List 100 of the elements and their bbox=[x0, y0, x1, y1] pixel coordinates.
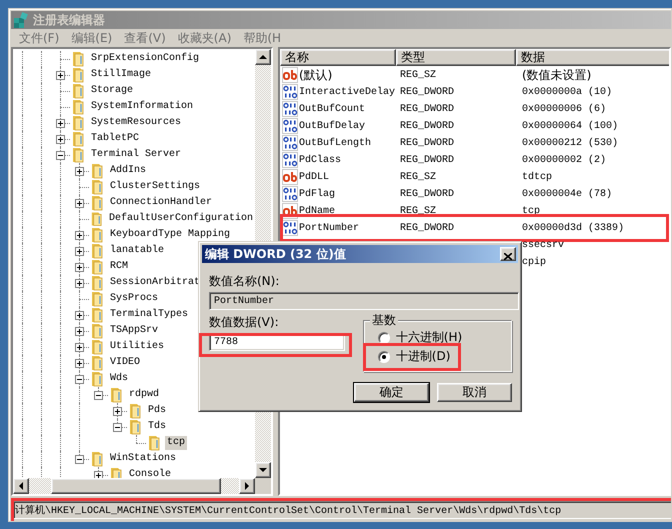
value-data: 0x00000006 (6) bbox=[522, 104, 606, 115]
tree-item[interactable]: SystemResources bbox=[89, 116, 184, 130]
expand-toggle[interactable] bbox=[75, 278, 84, 288]
expand-toggle[interactable] bbox=[75, 230, 84, 240]
binary-value-icon bbox=[282, 118, 298, 134]
radio-label[interactable]: 十进制(D) bbox=[396, 348, 450, 365]
expand-toggle[interactable] bbox=[75, 166, 84, 176]
folder-icon bbox=[89, 338, 105, 355]
expand-toggle[interactable] bbox=[113, 406, 122, 416]
value-name[interactable]: OutBufDelay bbox=[299, 120, 366, 132]
value-data: tdtcp bbox=[522, 172, 552, 183]
value-name[interactable]: (默认) bbox=[299, 66, 332, 84]
dialog-button[interactable]: 确定 bbox=[354, 383, 429, 402]
radio-label[interactable]: 十六进制(H) bbox=[396, 329, 462, 346]
value-name[interactable]: PdClass bbox=[299, 154, 342, 166]
tree-item[interactable]: tcp bbox=[165, 436, 188, 450]
scroll-left-button[interactable] bbox=[13, 478, 29, 494]
group-label: 基数 bbox=[370, 312, 398, 329]
tree-item[interactable]: VIDEO bbox=[108, 356, 142, 370]
folder-icon bbox=[108, 466, 124, 478]
folder-icon bbox=[89, 194, 105, 211]
folder-icon bbox=[70, 146, 86, 163]
tree-item[interactable]: Terminal Server bbox=[89, 148, 184, 162]
tree-item[interactable]: Tds bbox=[146, 420, 168, 434]
tree-item[interactable]: AddIns bbox=[108, 164, 148, 178]
scroll-right-button[interactable] bbox=[239, 478, 255, 494]
value-name[interactable]: OutBufCount bbox=[299, 104, 366, 115]
collapse-toggle[interactable] bbox=[56, 150, 65, 160]
folder-icon bbox=[70, 130, 86, 147]
expand-toggle[interactable] bbox=[56, 70, 65, 80]
tree-item[interactable]: SysProcs bbox=[108, 292, 160, 306]
status-bar: 计算机\HKEY_LOCAL_MACHINE\SYSTEM\CurrentControlSet\Control\Terminal Server\Wds\rdpwd\Tds\tcp bbox=[13, 500, 671, 519]
collapse-toggle[interactable] bbox=[75, 454, 84, 464]
value-name[interactable]: PdFlag bbox=[299, 188, 336, 200]
expand-toggle[interactable] bbox=[75, 358, 84, 368]
tree-item[interactable]: TerminalTypes bbox=[108, 308, 190, 322]
close-button[interactable] bbox=[500, 247, 516, 261]
value-data: 0x0000004e (78) bbox=[522, 188, 612, 200]
column-header[interactable]: 数据 bbox=[516, 48, 669, 66]
radio-button[interactable] bbox=[378, 332, 390, 344]
value-type: REG_SZ bbox=[400, 206, 436, 217]
tree-item[interactable]: Pds bbox=[146, 404, 168, 418]
scroll-down-button[interactable] bbox=[255, 462, 271, 478]
value-name[interactable]: PortNumber bbox=[299, 222, 360, 234]
expand-toggle[interactable] bbox=[75, 326, 84, 336]
tree-item[interactable]: Storage bbox=[89, 84, 136, 98]
tree-item[interactable]: rdpwd bbox=[127, 388, 162, 402]
expand-toggle[interactable] bbox=[56, 134, 65, 144]
tree-item[interactable]: Utilities bbox=[108, 340, 166, 354]
value-type: REG_DWORD bbox=[400, 104, 454, 115]
column-header[interactable]: 名称 bbox=[280, 48, 396, 66]
caret-right-icon bbox=[244, 482, 250, 490]
column-header[interactable]: 类型 bbox=[396, 48, 516, 66]
folder-icon bbox=[89, 290, 105, 307]
radio-button[interactable] bbox=[378, 350, 390, 362]
scroll-up-button[interactable] bbox=[255, 48, 271, 65]
value-name[interactable]: InteractiveDelay bbox=[299, 86, 396, 98]
tree-item[interactable]: DefaultUserConfiguration bbox=[106, 212, 255, 226]
expand-toggle[interactable] bbox=[56, 118, 65, 128]
value-name[interactable]: PdName bbox=[299, 206, 336, 217]
tree-item[interactable]: KeyboardType Mapping bbox=[108, 228, 232, 242]
value-name[interactable]: PdDLL bbox=[299, 172, 330, 183]
string-value-icon bbox=[282, 67, 298, 84]
folder-icon bbox=[70, 50, 86, 67]
value-name[interactable]: OutBufLength bbox=[299, 138, 372, 149]
binary-value-icon bbox=[282, 101, 298, 118]
expand-toggle[interactable] bbox=[75, 342, 84, 352]
tree-item[interactable]: SystemInformation bbox=[89, 100, 196, 114]
dialog-title: 编辑 DWORD (32 位)值 bbox=[205, 246, 346, 262]
name-field[interactable]: PortNumber bbox=[209, 292, 519, 310]
tree-item[interactable]: Console bbox=[127, 468, 174, 478]
tree-item[interactable]: SrpExtensionConfig bbox=[89, 52, 202, 66]
expand-toggle[interactable] bbox=[75, 198, 84, 208]
folder-icon bbox=[89, 226, 105, 243]
expand-toggle[interactable] bbox=[75, 262, 84, 272]
dialog-button[interactable]: 取消 bbox=[437, 383, 512, 402]
tree-item[interactable]: StillImage bbox=[89, 68, 154, 82]
scrollbar-thumb[interactable] bbox=[51, 478, 221, 494]
tree-item[interactable]: RCM bbox=[108, 260, 130, 274]
expand-toggle[interactable] bbox=[75, 246, 84, 256]
tree-item[interactable]: TSAppSrv bbox=[108, 324, 160, 338]
tree-item[interactable]: WinStations bbox=[108, 452, 178, 466]
expand-toggle[interactable] bbox=[75, 310, 84, 320]
tree-item[interactable]: ClusterSettings bbox=[108, 180, 202, 194]
collapse-toggle[interactable] bbox=[113, 422, 122, 432]
folder-icon bbox=[89, 162, 105, 179]
binary-value-icon bbox=[282, 84, 298, 100]
tree-item[interactable]: ConnectionHandler bbox=[108, 196, 214, 210]
tree-item[interactable]: Wds bbox=[108, 372, 130, 386]
folder-icon bbox=[108, 386, 124, 403]
collapse-toggle[interactable] bbox=[75, 374, 84, 384]
tree-item[interactable]: TabletPC bbox=[89, 132, 142, 146]
value-type: REG_DWORD bbox=[400, 120, 454, 132]
expand-toggle[interactable] bbox=[94, 470, 103, 478]
value-data: tcp bbox=[522, 206, 540, 217]
tree-item[interactable]: SessionArbitrat bbox=[108, 276, 202, 290]
collapse-toggle[interactable] bbox=[94, 390, 103, 400]
tree-item[interactable]: lanatable bbox=[108, 244, 166, 258]
folder-icon bbox=[146, 434, 162, 451]
folder-icon bbox=[89, 274, 105, 291]
